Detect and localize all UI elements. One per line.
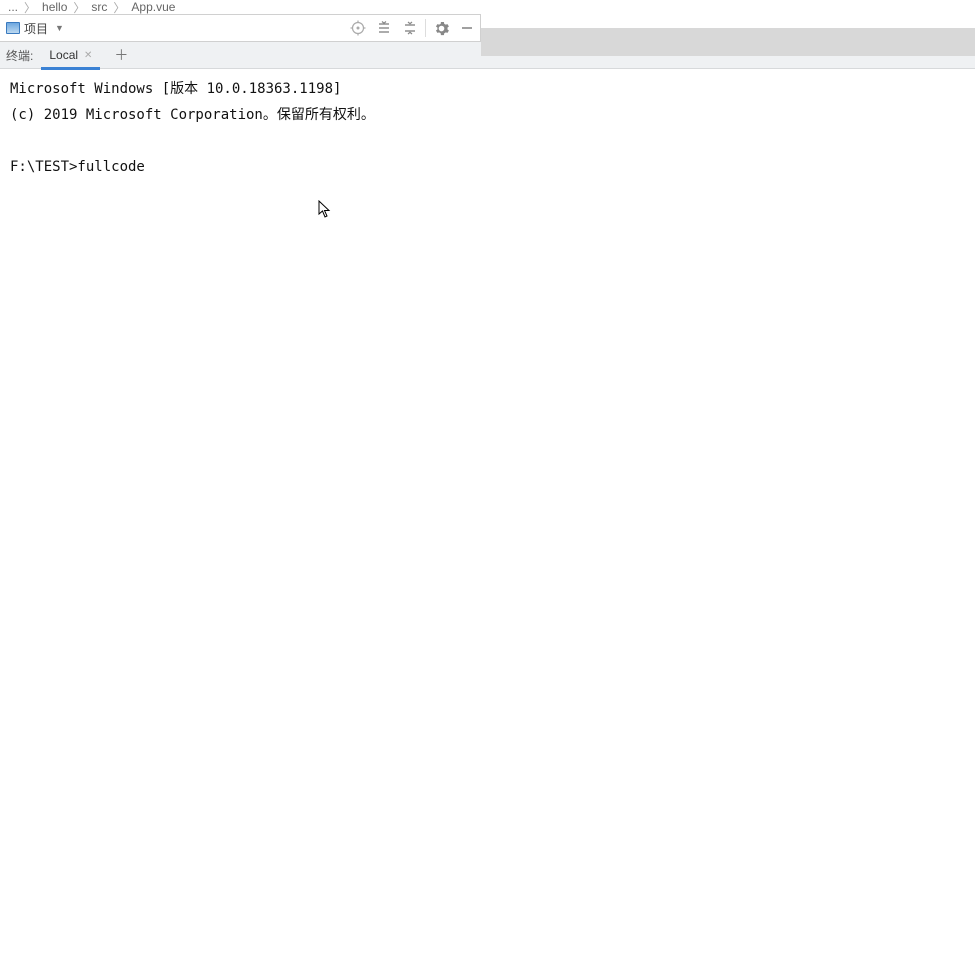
- window-icon: [6, 22, 20, 34]
- breadcrumb: ... 〉 hello 〉 src 〉 App.vue: [0, 0, 975, 14]
- terminal-line: Microsoft Windows [版本 10.0.18363.1198]: [10, 81, 341, 97]
- chevron-down-icon: ▼: [55, 23, 64, 33]
- terminal-tab-label: Local: [49, 48, 78, 62]
- terminal-tab-local[interactable]: Local ✕: [41, 42, 100, 69]
- project-label: 项目: [24, 20, 48, 37]
- breadcrumb-item[interactable]: hello: [42, 0, 67, 14]
- locate-icon[interactable]: [345, 15, 371, 41]
- expand-all-icon[interactable]: [371, 15, 397, 41]
- collapse-all-icon[interactable]: [397, 15, 423, 41]
- close-icon[interactable]: ✕: [84, 50, 92, 61]
- terminal-output[interactable]: Microsoft Windows [版本 10.0.18363.1198] (…: [0, 69, 975, 189]
- minimize-icon[interactable]: [454, 15, 480, 41]
- terminal-line: (c) 2019 Microsoft Corporation。保留所有权利。: [10, 107, 375, 123]
- divider: [425, 19, 426, 37]
- cursor-icon: [318, 200, 332, 218]
- project-toolbar: 项目 ▼: [0, 14, 481, 42]
- terminal-tabs-label: 终端:: [6, 47, 33, 64]
- editor-tab-strip: [481, 28, 975, 56]
- terminal-prompt-line: F:\TEST>fullcode: [10, 159, 145, 175]
- gear-icon[interactable]: [428, 15, 454, 41]
- project-dropdown[interactable]: 项目 ▼: [0, 20, 64, 37]
- breadcrumb-item[interactable]: ...: [8, 0, 18, 14]
- breadcrumb-item[interactable]: App.vue: [131, 0, 175, 14]
- breadcrumb-item[interactable]: src: [91, 0, 107, 14]
- add-terminal-tab[interactable]: ＋: [110, 44, 132, 66]
